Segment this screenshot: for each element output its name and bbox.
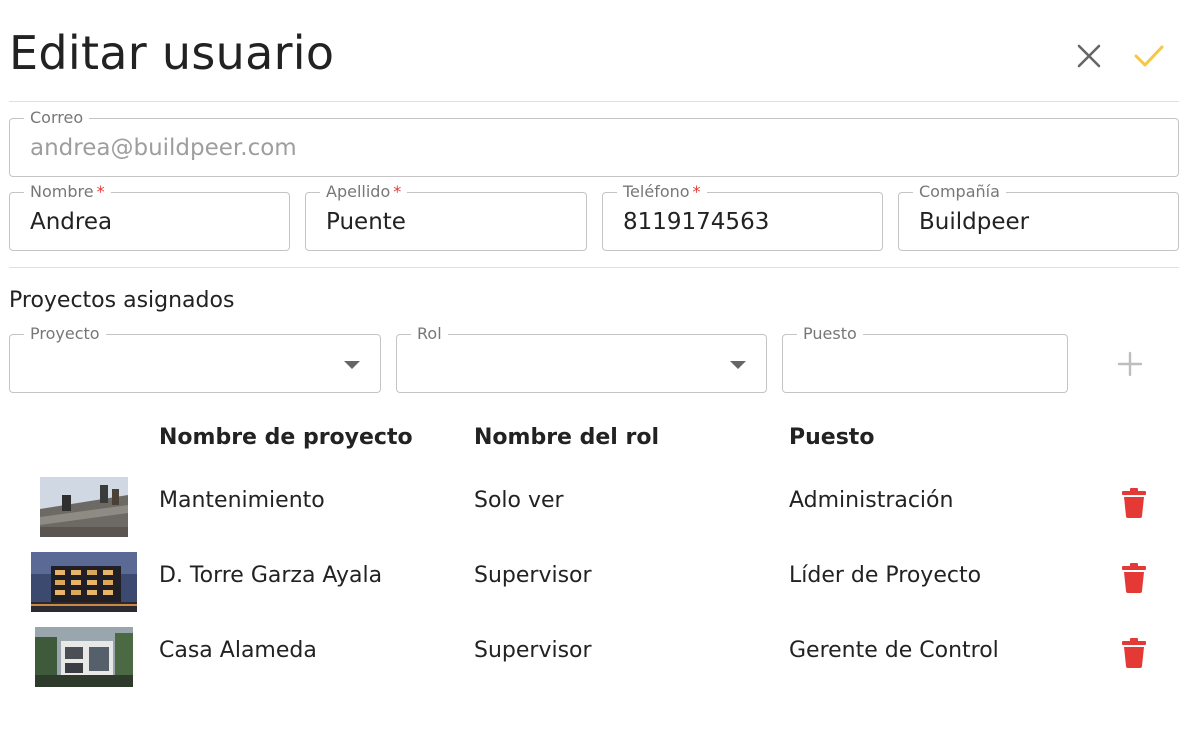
- role-select-label: Rol: [411, 324, 448, 344]
- save-button[interactable]: [1131, 38, 1167, 74]
- column-header-project: Nombre de proyecto: [159, 425, 413, 450]
- section-divider: [9, 267, 1179, 268]
- column-header-role: Nombre del rol: [474, 425, 660, 450]
- delete-row-button[interactable]: [1122, 563, 1146, 593]
- last-name-label: Apellido *: [320, 182, 408, 202]
- position-input[interactable]: Puesto: [782, 324, 1068, 393]
- role-name: Solo ver: [474, 488, 564, 513]
- first-name-field[interactable]: Nombre * Andrea: [9, 182, 290, 251]
- role-name: Supervisor: [474, 563, 592, 588]
- role-select[interactable]: Rol: [396, 324, 767, 393]
- table-row: D. Torre Garza Ayala Supervisor Líder de…: [0, 545, 1188, 620]
- chevron-down-icon: [344, 361, 360, 369]
- chevron-down-icon: [730, 361, 746, 369]
- phone-field[interactable]: Teléfono * 8119174563: [602, 182, 883, 251]
- company-value: Buildpeer: [919, 209, 1030, 235]
- role-name: Supervisor: [474, 638, 592, 663]
- project-name: Mantenimiento: [159, 488, 325, 513]
- email-field[interactable]: Correo andrea@buildpeer.com: [9, 108, 1179, 177]
- phone-value: 8119174563: [623, 209, 770, 235]
- trash-icon: [1122, 638, 1146, 668]
- table-row: Mantenimiento Solo ver Administración: [0, 470, 1188, 545]
- first-name-value: Andrea: [30, 209, 113, 235]
- project-thumbnail: [31, 552, 137, 612]
- first-name-label: Nombre *: [24, 182, 111, 202]
- close-button[interactable]: [1071, 38, 1107, 74]
- required-mark: *: [96, 182, 105, 201]
- section-title: Proyectos asignados: [9, 288, 235, 313]
- project-select-label: Proyecto: [24, 324, 106, 344]
- required-mark: *: [692, 182, 701, 201]
- column-header-position: Puesto: [789, 425, 875, 450]
- project-thumbnail: [35, 627, 133, 687]
- position-name: Administración: [789, 488, 954, 513]
- project-name: Casa Alameda: [159, 638, 317, 663]
- header-divider: [9, 101, 1179, 102]
- position-name: Líder de Proyecto: [789, 563, 982, 588]
- last-name-value: Puente: [326, 209, 406, 235]
- project-name: D. Torre Garza Ayala: [159, 563, 383, 588]
- phone-label: Teléfono *: [617, 182, 707, 202]
- project-thumbnail: [40, 477, 128, 537]
- delete-row-button[interactable]: [1122, 488, 1146, 518]
- company-label: Compañía: [913, 182, 1006, 202]
- page-title: Editar usuario: [9, 26, 335, 80]
- email-label: Correo: [24, 108, 90, 128]
- company-field[interactable]: Compañía Buildpeer: [898, 182, 1179, 251]
- close-icon: [1077, 44, 1101, 68]
- trash-icon: [1122, 488, 1146, 518]
- project-select[interactable]: Proyecto: [9, 324, 381, 393]
- email-value: andrea@buildpeer.com: [30, 135, 297, 161]
- table-row: Casa Alameda Supervisor Gerente de Contr…: [0, 620, 1188, 695]
- check-icon: [1134, 45, 1164, 67]
- plus-icon: [1117, 351, 1143, 377]
- position-name: Gerente de Control: [789, 638, 999, 663]
- last-name-field[interactable]: Apellido * Puente: [305, 182, 587, 251]
- required-mark: *: [393, 182, 402, 201]
- trash-icon: [1122, 563, 1146, 593]
- delete-row-button[interactable]: [1122, 638, 1146, 668]
- add-project-button[interactable]: [1116, 350, 1144, 378]
- position-input-label: Puesto: [797, 324, 863, 344]
